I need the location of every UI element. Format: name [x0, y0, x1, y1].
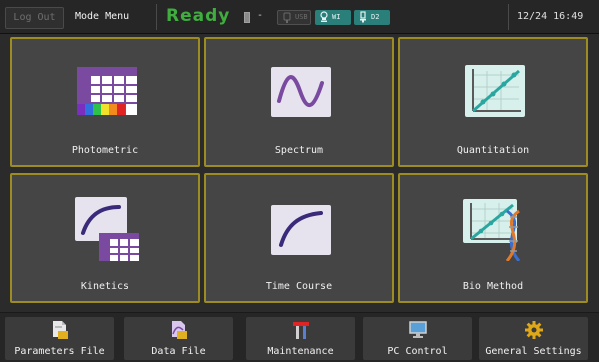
lamp-icon	[320, 11, 328, 22]
general-settings-button[interactable]: General Settings	[479, 317, 588, 360]
bio-method-dna-icon	[463, 199, 521, 261]
tile-photometric[interactable]: Photometric	[10, 37, 200, 167]
lamp-d2-badge: D2	[354, 10, 390, 25]
kinetics-icon	[75, 197, 139, 261]
time: 16:49	[553, 11, 584, 22]
tile-spectrum[interactable]: Spectrum	[204, 37, 394, 167]
tile-quantitation[interactable]: Quantitation	[398, 37, 588, 167]
cell-holder-icon	[244, 12, 250, 23]
tile-label: Time Course	[265, 281, 333, 292]
photometric-table-icon	[77, 67, 137, 115]
tile-kinetics[interactable]: Kinetics	[10, 173, 200, 303]
tile-label: Bio Method	[462, 281, 524, 292]
pc-monitor-icon	[409, 321, 427, 338]
divider	[508, 4, 509, 30]
tile-bio-method[interactable]: Bio Method	[398, 173, 588, 303]
date-time: 12/24 16:49	[517, 11, 583, 22]
data-file-icon	[172, 321, 187, 339]
button-label: Parameters File	[14, 346, 105, 357]
button-label: Maintenance	[267, 346, 334, 357]
bottom-toolbar: Parameters File Data File Maintenance PC…	[0, 312, 599, 362]
lamp-icon	[360, 11, 366, 23]
usb-label: USB	[295, 13, 308, 21]
lamp-label: D2	[371, 13, 380, 21]
usb-icon	[283, 12, 291, 23]
parameters-file-button[interactable]: Parameters File	[5, 317, 114, 360]
maintenance-tools-icon	[293, 322, 309, 339]
data-file-button[interactable]: Data File	[124, 317, 233, 360]
tile-label: Photometric	[71, 145, 139, 156]
button-label: General Settings	[485, 346, 582, 357]
status-bar: Log Out Mode Menu Ready - USB WI D2 12/2…	[0, 0, 599, 34]
parameters-file-icon	[53, 321, 68, 339]
divider	[156, 4, 157, 30]
button-label: PC Control	[387, 346, 448, 357]
quantitation-curve-icon	[465, 65, 525, 117]
button-label: Data File	[151, 346, 206, 357]
settings-gear-icon	[525, 321, 543, 339]
cell-position-value: -	[257, 10, 264, 21]
tile-label: Kinetics	[80, 281, 130, 292]
instrument-status: Ready	[166, 6, 231, 26]
lamp-wi-badge: WI	[315, 10, 351, 25]
lamp-label: WI	[332, 13, 341, 21]
tile-label: Spectrum	[274, 145, 324, 156]
spectrum-wave-icon	[271, 67, 331, 117]
maintenance-button[interactable]: Maintenance	[246, 317, 355, 360]
tile-label: Quantitation	[456, 145, 530, 156]
date: 12/24	[517, 11, 548, 22]
time-course-icon	[271, 205, 331, 255]
pc-control-button[interactable]: PC Control	[363, 317, 472, 360]
screen-title: Mode Menu	[75, 11, 130, 22]
tile-time-course[interactable]: Time Course	[204, 173, 394, 303]
logout-button[interactable]: Log Out	[5, 7, 64, 29]
usb-status-badge: USB	[277, 10, 311, 25]
